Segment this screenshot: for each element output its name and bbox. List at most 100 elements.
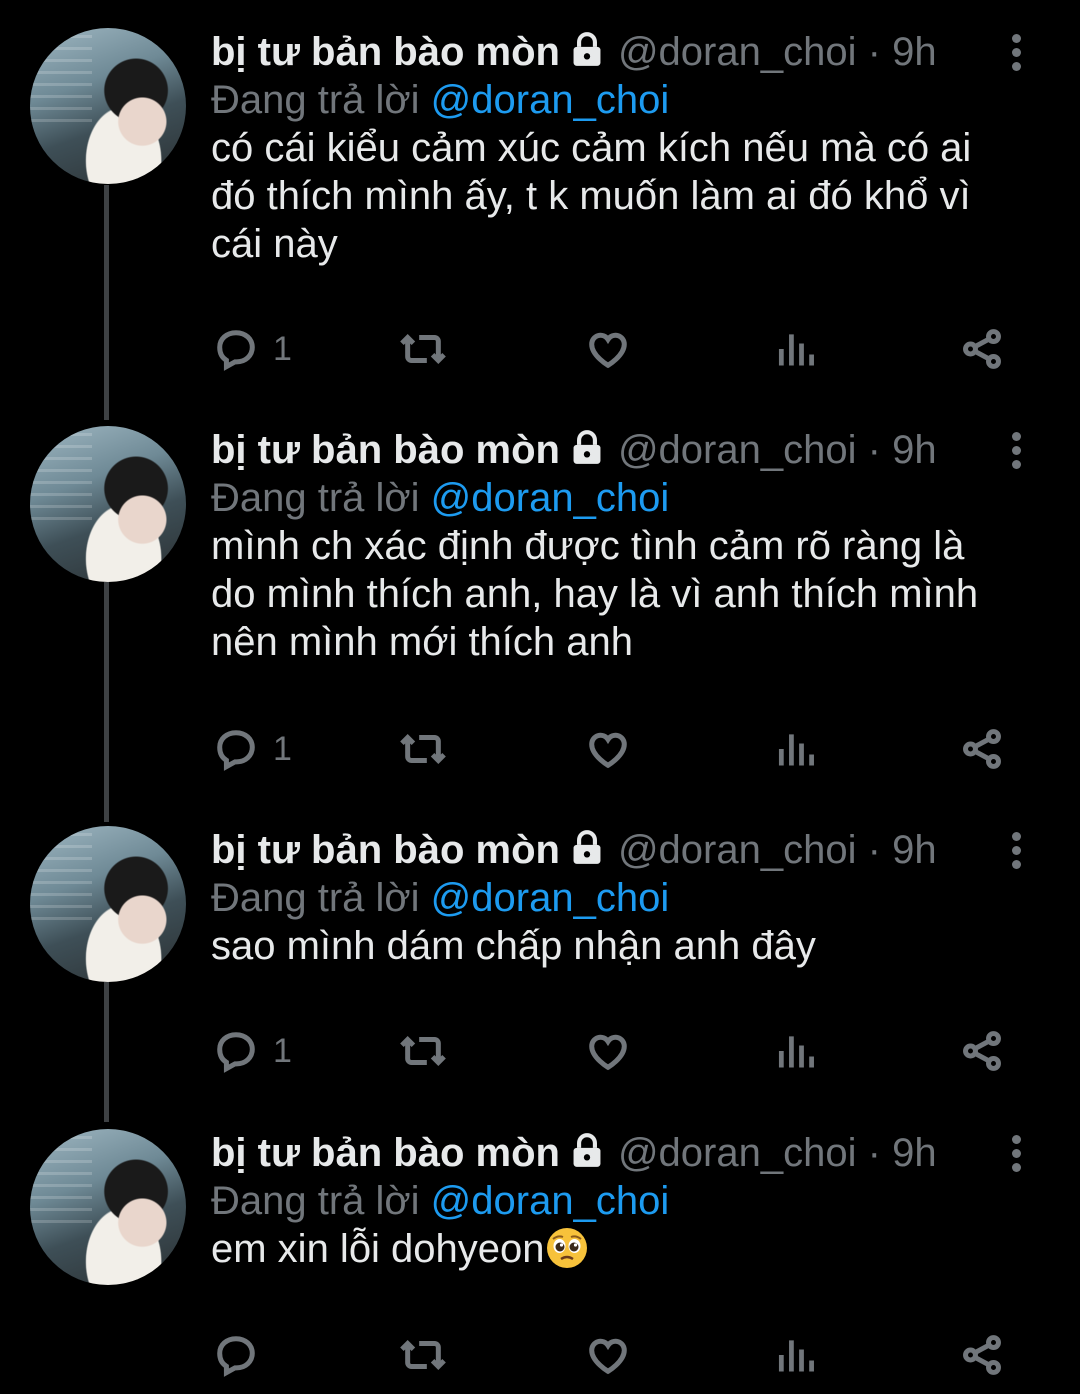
reply-prefix: Đang trả lời bbox=[211, 876, 420, 920]
timestamp[interactable]: 9h bbox=[892, 428, 937, 472]
share-button[interactable] bbox=[958, 1331, 1006, 1379]
views-button[interactable] bbox=[774, 325, 818, 373]
share-icon bbox=[963, 329, 1001, 369]
lock-icon bbox=[568, 31, 606, 80]
reply-bubble-icon bbox=[217, 330, 255, 371]
separator-dot: · bbox=[867, 1131, 881, 1175]
tweet-text-line: mình ch xác định được tình cảm rõ ràng l… bbox=[211, 524, 965, 568]
reply-to-handle[interactable]: @doran_choi bbox=[431, 876, 670, 920]
action-bar: 1 bbox=[0, 725, 1080, 773]
tweet-header: bị tư bản bào mòn @doran_choi · 9h bbox=[211, 426, 1031, 474]
retweet-icon bbox=[400, 1035, 446, 1067]
separator-dot: · bbox=[867, 30, 881, 74]
display-name[interactable]: bị tư bản bào mòn bbox=[211, 828, 560, 872]
timestamp[interactable]: 9h bbox=[892, 828, 937, 872]
like-button[interactable] bbox=[584, 1331, 632, 1379]
retweet-icon bbox=[400, 1339, 446, 1371]
action-bar: 1 bbox=[0, 325, 1080, 373]
lock-icon bbox=[568, 829, 606, 878]
reply-count: 1 bbox=[273, 729, 292, 768]
share-icon bbox=[963, 1031, 1001, 1071]
reply-to-handle[interactable]: @doran_choi bbox=[431, 1179, 670, 1223]
share-button[interactable] bbox=[958, 1027, 1006, 1075]
tweet-text: sao mình dám chấp nhận anh đây bbox=[211, 922, 1031, 970]
reply-button[interactable]: 1 bbox=[213, 325, 292, 373]
display-name[interactable]: bị tư bản bào mòn bbox=[211, 428, 560, 472]
retweet-button[interactable] bbox=[397, 1027, 449, 1075]
analytics-bars-icon bbox=[778, 734, 814, 766]
tweet-text-line: sao mình dám chấp nhận anh đây bbox=[211, 924, 816, 968]
retweet-icon bbox=[400, 733, 446, 765]
reply-bubble-icon bbox=[217, 730, 255, 771]
views-button[interactable] bbox=[774, 1331, 818, 1379]
separator-dot: · bbox=[867, 428, 881, 472]
like-button[interactable] bbox=[584, 1027, 632, 1075]
reply-count: 1 bbox=[273, 1031, 292, 1070]
tweet-text-content: em xin lỗi dohyeon bbox=[211, 1227, 545, 1271]
user-handle[interactable]: @doran_choi bbox=[618, 1131, 857, 1175]
tweet-text-line: do mình thích anh, hay là vì anh thích m… bbox=[211, 572, 979, 616]
reply-prefix: Đang trả lời bbox=[211, 1179, 420, 1223]
user-handle[interactable]: @doran_choi bbox=[618, 428, 857, 472]
avatar[interactable] bbox=[30, 826, 186, 982]
heart-icon bbox=[589, 1034, 627, 1071]
reply-button[interactable]: 1 bbox=[213, 1027, 292, 1075]
thread-line-2 bbox=[104, 582, 109, 822]
tweet-text-line: có cái kiểu cảm xúc cảm kích nếu mà có a… bbox=[211, 126, 972, 170]
display-name[interactable]: bị tư bản bào mòn bbox=[211, 30, 560, 74]
timestamp[interactable]: 9h bbox=[892, 30, 937, 74]
timestamp[interactable]: 9h bbox=[892, 1131, 937, 1175]
like-button[interactable] bbox=[584, 325, 632, 373]
reply-to-handle[interactable]: @doran_choi bbox=[431, 78, 670, 122]
retweet-button[interactable] bbox=[397, 725, 449, 773]
share-button[interactable] bbox=[958, 325, 1006, 373]
reply-button[interactable] bbox=[213, 1331, 273, 1379]
user-handle[interactable]: @doran_choi bbox=[618, 828, 857, 872]
reply-prefix: Đang trả lời bbox=[211, 476, 420, 520]
views-button[interactable] bbox=[774, 1027, 818, 1075]
reply-to-handle[interactable]: @doran_choi bbox=[431, 476, 670, 520]
tweet-text-line: cái này bbox=[211, 222, 338, 266]
replying-to: Đang trả lời @doran_choi bbox=[211, 474, 1031, 522]
tweet-text: em xin lỗi dohyeon bbox=[211, 1225, 1031, 1273]
replying-to: Đang trả lời @doran_choi bbox=[211, 76, 1031, 124]
more-vertical-icon[interactable] bbox=[1004, 1129, 1028, 1177]
more-vertical-icon[interactable] bbox=[1004, 826, 1028, 874]
analytics-bars-icon bbox=[778, 1036, 814, 1068]
avatar[interactable] bbox=[30, 426, 186, 582]
analytics-bars-icon bbox=[778, 1340, 814, 1372]
avatar[interactable] bbox=[30, 28, 186, 184]
action-bar: 1 bbox=[0, 1027, 1080, 1075]
reply-count: 1 bbox=[273, 329, 292, 368]
tweet-header: bị tư bản bào mòn @doran_choi · 9h bbox=[211, 826, 1031, 874]
share-icon bbox=[963, 729, 1001, 769]
tweet-header: bị tư bản bào mòn @doran_choi · 9h bbox=[211, 28, 1031, 76]
reply-button[interactable]: 1 bbox=[213, 725, 292, 773]
reply-bubble-icon bbox=[217, 1032, 255, 1073]
more-vertical-icon[interactable] bbox=[1004, 28, 1028, 76]
heart-icon bbox=[589, 732, 627, 769]
tweet-text-line: em xin lỗi dohyeon bbox=[211, 1225, 1031, 1273]
avatar[interactable] bbox=[30, 1129, 186, 1285]
tweet-text: có cái kiểu cảm xúc cảm kích nếu mà có a… bbox=[211, 124, 1031, 268]
user-handle[interactable]: @doran_choi bbox=[618, 30, 857, 74]
replying-to: Đang trả lời @doran_choi bbox=[211, 1177, 1031, 1225]
tweet-header: bị tư bản bào mòn @doran_choi · 9h bbox=[211, 1129, 1031, 1177]
more-vertical-icon[interactable] bbox=[1004, 426, 1028, 474]
share-icon bbox=[963, 1335, 1001, 1375]
like-button[interactable] bbox=[584, 725, 632, 773]
replying-to: Đang trả lời @doran_choi bbox=[211, 874, 1031, 922]
share-button[interactable] bbox=[958, 725, 1006, 773]
retweet-icon bbox=[400, 333, 446, 365]
retweet-button[interactable] bbox=[397, 325, 449, 373]
views-button[interactable] bbox=[774, 725, 818, 773]
tweet-text-line: đó thích mình ấy, t k muốn làm ai đó khổ… bbox=[211, 174, 971, 218]
action-bar bbox=[0, 1331, 1080, 1379]
display-name[interactable]: bị tư bản bào mòn bbox=[211, 1131, 560, 1175]
heart-icon bbox=[589, 332, 627, 369]
retweet-button[interactable] bbox=[397, 1331, 449, 1379]
reply-bubble-icon bbox=[217, 1336, 255, 1377]
lock-icon bbox=[568, 429, 606, 478]
heart-icon bbox=[589, 1338, 627, 1375]
analytics-bars-icon bbox=[778, 334, 814, 366]
